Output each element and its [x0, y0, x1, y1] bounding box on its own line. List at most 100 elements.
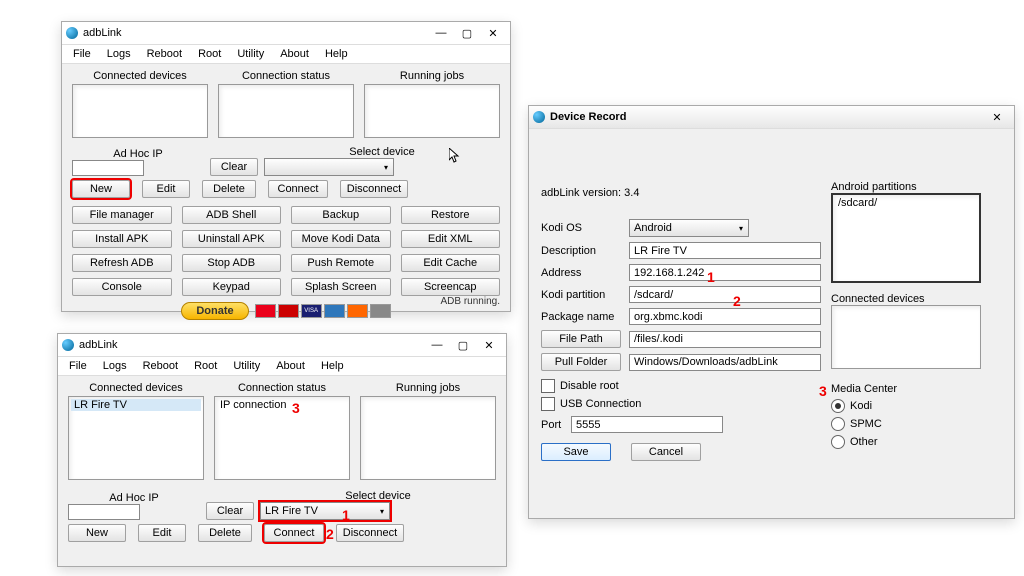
media-center-spmc-radio[interactable] — [831, 417, 845, 431]
keypad-button[interactable]: Keypad — [182, 278, 282, 296]
menu-about[interactable]: About — [269, 359, 312, 373]
console-button[interactable]: Console — [72, 278, 172, 296]
select-device-combo[interactable]: LR Fire TV ▾ — [260, 502, 390, 520]
connected-devices-list[interactable] — [831, 305, 981, 369]
menu-file[interactable]: File — [62, 359, 94, 373]
connection-status-list[interactable] — [218, 84, 354, 138]
menu-help[interactable]: Help — [318, 47, 355, 61]
right-panel: Android partitions /sdcard/ Connected de… — [831, 143, 981, 465]
discover-icon — [347, 304, 368, 318]
list-item[interactable]: /sdcard/ — [835, 197, 977, 209]
cancel-button[interactable]: Cancel — [631, 443, 701, 461]
list-item[interactable]: LR Fire TV — [71, 399, 201, 411]
port-label: Port — [541, 419, 571, 431]
close-button[interactable]: ✕ — [480, 24, 506, 42]
new-button[interactable]: New — [72, 180, 130, 198]
splash-button[interactable]: Splash Screen — [291, 278, 391, 296]
edit-cache-button[interactable]: Edit Cache — [401, 254, 501, 272]
kodi-partition-input[interactable] — [629, 286, 821, 303]
save-button[interactable]: Save — [541, 443, 611, 461]
kodi-os-value: Android — [630, 222, 734, 234]
media-center-other-radio[interactable] — [831, 435, 845, 449]
adblink-window-top: adbLink — ▢ ✕ File Logs Reboot Root Util… — [61, 21, 511, 312]
annotation-1: 1 — [342, 507, 350, 523]
disconnect-button[interactable]: Disconnect — [340, 180, 408, 198]
disable-root-checkbox[interactable] — [541, 379, 555, 393]
new-button[interactable]: New — [68, 524, 126, 542]
file-path-button[interactable]: File Path — [541, 330, 621, 348]
usb-connection-checkbox[interactable] — [541, 397, 555, 411]
edit-xml-button[interactable]: Edit XML — [401, 230, 501, 248]
pull-folder-button[interactable]: Pull Folder — [541, 353, 621, 371]
titlebar: adbLink — ▢ ✕ — [58, 334, 506, 357]
menu-utility[interactable]: Utility — [226, 359, 267, 373]
android-partitions-list[interactable]: /sdcard/ — [831, 193, 981, 283]
menu-reboot[interactable]: Reboot — [140, 47, 189, 61]
menu-root[interactable]: Root — [187, 359, 224, 373]
running-jobs-list[interactable] — [360, 396, 496, 480]
connected-devices-list[interactable] — [72, 84, 208, 138]
stop-adb-button[interactable]: Stop ADB — [182, 254, 282, 272]
menu-file[interactable]: File — [66, 47, 98, 61]
running-jobs-label: Running jobs — [364, 70, 500, 82]
adb-shell-button[interactable]: ADB Shell — [182, 206, 282, 224]
package-input[interactable] — [629, 308, 821, 325]
media-center-kodi-radio[interactable] — [831, 399, 845, 413]
move-kodi-button[interactable]: Move Kodi Data — [291, 230, 391, 248]
menu-utility[interactable]: Utility — [230, 47, 271, 61]
port-input[interactable] — [571, 416, 723, 433]
disconnect-button[interactable]: Disconnect — [336, 524, 404, 542]
edit-button[interactable]: Edit — [142, 180, 190, 198]
menu-root[interactable]: Root — [191, 47, 228, 61]
card-icon — [278, 304, 299, 318]
menu-logs[interactable]: Logs — [96, 359, 134, 373]
clear-button[interactable]: Clear — [206, 502, 254, 520]
adhoc-ip-input[interactable] — [72, 160, 144, 176]
edit-button[interactable]: Edit — [138, 524, 186, 542]
menu-reboot[interactable]: Reboot — [136, 359, 185, 373]
uninstall-apk-button[interactable]: Uninstall APK — [182, 230, 282, 248]
connection-status-list[interactable]: IP connection — [214, 396, 350, 480]
file-path-input[interactable] — [629, 331, 821, 348]
clear-button[interactable]: Clear — [210, 158, 258, 176]
close-button[interactable]: ✕ — [984, 108, 1010, 126]
file-manager-button[interactable]: File manager — [72, 206, 172, 224]
menu-help[interactable]: Help — [314, 359, 351, 373]
refresh-adb-button[interactable]: Refresh ADB — [72, 254, 172, 272]
media-center-spmc-label: SPMC — [850, 418, 882, 430]
install-apk-button[interactable]: Install APK — [72, 230, 172, 248]
media-center-kodi-label: Kodi — [850, 400, 872, 412]
connection-status-label: Connection status — [214, 382, 350, 394]
adhoc-ip-input[interactable] — [68, 504, 140, 520]
delete-button[interactable]: Delete — [198, 524, 252, 542]
menu-logs[interactable]: Logs — [100, 47, 138, 61]
donate-button[interactable]: Donate — [181, 302, 248, 320]
connect-button[interactable]: Connect — [264, 524, 324, 542]
minimize-button[interactable]: — — [428, 24, 454, 42]
description-input[interactable] — [629, 242, 821, 259]
push-remote-button[interactable]: Push Remote — [291, 254, 391, 272]
annotation-2: 2 — [326, 526, 334, 542]
backup-button[interactable]: Backup — [291, 206, 391, 224]
mastercard-icon — [255, 304, 276, 318]
close-button[interactable]: ✕ — [476, 336, 502, 354]
maximize-button[interactable]: ▢ — [454, 24, 480, 42]
list-item: IP connection — [217, 399, 347, 411]
minimize-button[interactable]: — — [424, 336, 450, 354]
restore-button[interactable]: Restore — [401, 206, 501, 224]
connect-button[interactable]: Connect — [268, 180, 328, 198]
kodi-os-combo[interactable]: Android ▾ — [629, 219, 749, 237]
select-device-combo[interactable]: ▾ — [264, 158, 394, 176]
menubar: File Logs Reboot Root Utility About Help — [58, 357, 506, 376]
menubar: File Logs Reboot Root Utility About Help — [62, 45, 510, 64]
screencap-button[interactable]: Screencap — [401, 278, 501, 296]
address-input[interactable] — [629, 264, 821, 281]
delete-button[interactable]: Delete — [202, 180, 256, 198]
maximize-button[interactable]: ▢ — [450, 336, 476, 354]
annotation-1: 1 — [707, 269, 715, 285]
payment-icons: VISA — [255, 304, 391, 318]
running-jobs-list[interactable] — [364, 84, 500, 138]
pull-folder-input[interactable] — [629, 354, 821, 371]
menu-about[interactable]: About — [273, 47, 316, 61]
connected-devices-list[interactable]: LR Fire TV — [68, 396, 204, 480]
